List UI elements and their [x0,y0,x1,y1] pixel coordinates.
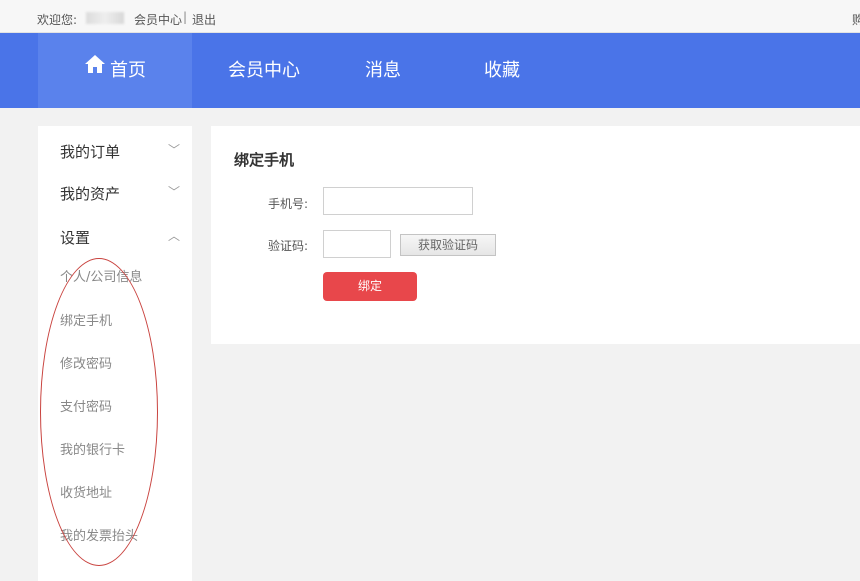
chevron-down-icon: ﹀ [167,185,180,199]
sidebar-item-invoice-header[interactable]: 我的发票抬头 [60,525,138,544]
get-code-button[interactable]: 获取验证码 [400,234,496,256]
home-icon [84,31,106,106]
cart-link[interactable]: 购 [852,11,860,28]
sidebar-item-shipping-address[interactable]: 收货地址 [60,482,112,501]
nav-favorites[interactable]: 收藏 [467,33,537,108]
sidebar-item-change-password[interactable]: 修改密码 [60,353,112,372]
verification-code-input[interactable] [323,230,391,258]
code-label: 验证码: [267,239,308,253]
sidebar-group-label: 设置 [60,229,91,247]
sidebar-item-payment-password[interactable]: 支付密码 [60,396,112,415]
separator: | [183,10,188,24]
member-center-link[interactable]: 会员中心 [134,11,182,28]
bind-phone-panel: 绑定手机 手机号: 验证码: 获取验证码 绑定 [211,126,860,344]
phone-input[interactable] [323,187,473,215]
sidebar-group-label: 我的资产 [60,185,121,203]
nav-messages[interactable]: 消息 [348,33,418,108]
nav-home[interactable]: 首页 [38,33,192,108]
sidebar-group-orders[interactable]: 我的订单 ﹀ [60,141,186,162]
sidebar-group-assets[interactable]: 我的资产 ﹀ [60,183,186,204]
chevron-up-icon: ︿ [167,229,180,243]
nav-member-center[interactable]: 会员中心 [214,33,314,108]
sidebar-item-bind-phone[interactable]: 绑定手机 [60,310,112,329]
main-nav: 首页 会员中心 消息 收藏 [0,33,860,108]
sidebar-group-label: 我的订单 [60,143,121,161]
sidebar-group-settings[interactable]: 设置 ︿ [60,227,186,248]
welcome-text: 欢迎您: [37,13,78,27]
bind-button[interactable]: 绑定 [323,272,417,301]
phone-label: 手机号: [267,197,308,211]
page-title: 绑定手机 [234,151,295,169]
username-blurred [86,12,124,24]
sidebar-item-company-info[interactable]: 个人/公司信息 [60,266,142,285]
chevron-down-icon: ﹀ [167,143,180,157]
sidebar: 我的订单 ﹀ 我的资产 ﹀ 设置 ︿ 个人/公司信息 绑定手机 修改密码 支付密… [38,126,192,581]
sidebar-item-bank-cards[interactable]: 我的银行卡 [60,439,125,458]
nav-home-label: 首页 [110,60,146,81]
logout-link[interactable]: 退出 [192,11,216,28]
top-utility-bar: 欢迎您: 会员中心 | 退出 购 [0,0,860,33]
